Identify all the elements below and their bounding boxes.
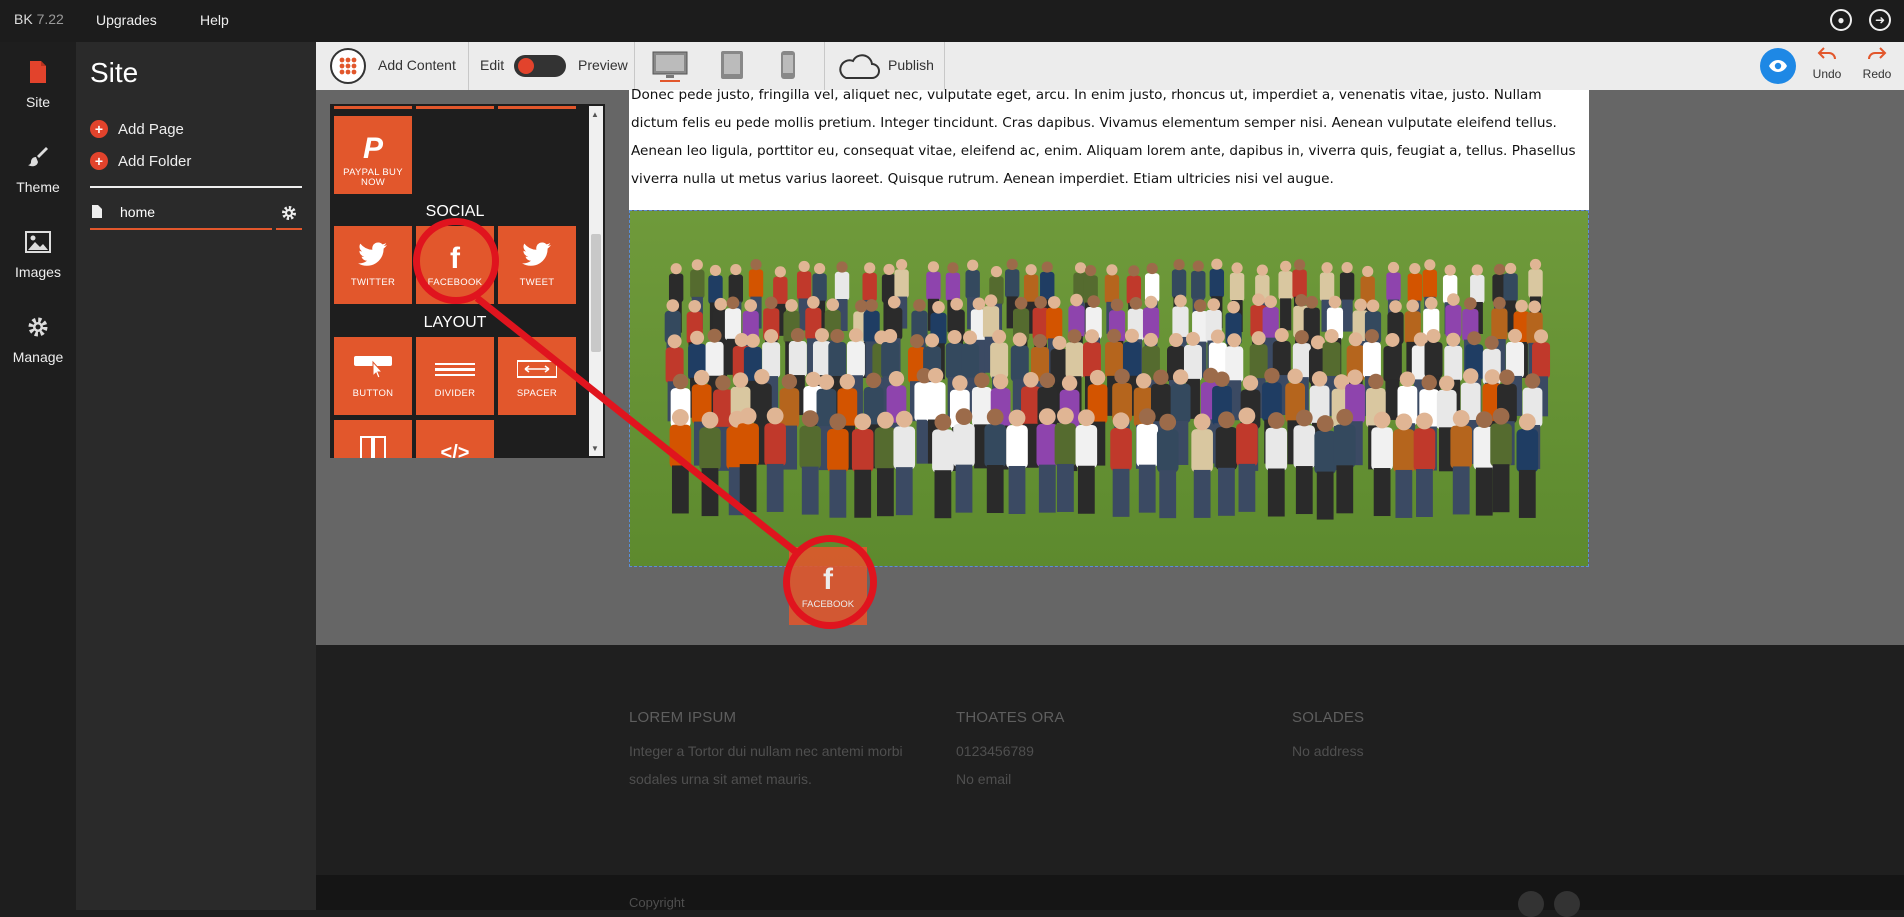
drag-path-line xyxy=(474,295,799,555)
source-highlight-ring xyxy=(413,218,499,304)
drag-annotation-overlay xyxy=(474,295,799,555)
target-highlight-ring xyxy=(783,535,877,629)
